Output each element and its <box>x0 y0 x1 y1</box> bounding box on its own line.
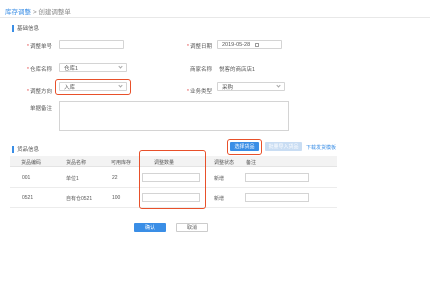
cell-goods-name: 单位1 <box>66 176 79 182</box>
chevron-down-icon <box>118 64 123 69</box>
adjust-date-picker[interactable]: 2019-05-28 <box>217 40 282 49</box>
required-mark: * <box>26 67 29 73</box>
section-bar <box>12 145 14 153</box>
warehouse-value: 仓库1 <box>64 65 79 72</box>
cell-available-stock: 22 <box>112 175 118 181</box>
adjust-no-label: *调整单号 <box>16 42 52 50</box>
chevron-down-icon <box>118 83 123 88</box>
basic-info-title-text: 基础信息 <box>17 26 40 32</box>
biz-type-value: 采购 <box>222 84 234 91</box>
header-note: 备注 <box>246 160 257 166</box>
cell-goods-name: 自有仓0521 <box>66 196 93 202</box>
cancel-button[interactable]: 取消 <box>176 223 208 232</box>
calendar-icon <box>255 42 260 47</box>
header-available-stock: 可用库存 <box>111 160 132 166</box>
header-adjust-status: 调整状态 <box>214 160 235 166</box>
batch-import-goods-button[interactable]: 批量导入货品 <box>265 142 302 151</box>
adjust-qty-highlight-box <box>139 150 206 209</box>
warehouse-label: *仓库名称 <box>16 65 52 73</box>
cell-adjust-status: 新增 <box>214 196 225 202</box>
header-divider <box>0 17 430 18</box>
adjust-date-value: 2019-05-28 <box>222 41 251 48</box>
cell-goods-code: 0521 <box>22 195 34 201</box>
merchant-value: 悦客的商店店1 <box>219 67 256 73</box>
goods-section-title: 货品信息 <box>12 145 39 153</box>
required-mark: * <box>26 44 29 50</box>
breadcrumb-current: 创建调整单 <box>38 9 71 16</box>
adjust-no-label-text: 调整单号 <box>29 44 52 50</box>
direction-label-text: 调整方向 <box>29 89 52 95</box>
cell-available-stock: 100 <box>112 195 121 201</box>
adjust-no-input[interactable] <box>59 40 124 49</box>
direction-label: *调整方向 <box>16 87 52 95</box>
warehouse-label-text: 仓库名称 <box>29 67 52 73</box>
breadcrumb-parent-link[interactable]: 库存调整 <box>5 9 31 16</box>
chevron-down-icon <box>276 83 281 88</box>
adjust-date-label-text: 调整日期 <box>189 44 212 50</box>
cell-adjust-status: 新增 <box>214 176 225 182</box>
cell-goods-code: 001 <box>22 175 31 181</box>
header-goods-name: 货品名称 <box>66 160 87 166</box>
adjust-date-label: *调整日期 <box>176 42 212 50</box>
section-bar <box>12 24 14 32</box>
breadcrumb: 库存调整 > 创建调整单 <box>5 6 71 16</box>
download-template-link[interactable]: 下载发货模板 <box>306 144 336 151</box>
header-goods-code: 货品编码 <box>21 160 42 166</box>
breadcrumb-separator: > <box>32 9 37 16</box>
biz-type-select[interactable]: 采购 <box>217 82 285 91</box>
required-mark: * <box>186 44 189 50</box>
note-input[interactable] <box>245 173 309 182</box>
required-mark: * <box>186 89 189 95</box>
required-mark: * <box>26 89 29 95</box>
biz-type-label-text: 业务类型 <box>189 89 212 95</box>
remark-textarea[interactable] <box>59 101 289 131</box>
biz-type-label: *业务类型 <box>176 87 212 95</box>
direction-value: 入库 <box>64 84 76 91</box>
select-goods-button[interactable]: 选择货品 <box>230 142 259 151</box>
merchant-label-text: 商家名称 <box>189 67 212 73</box>
goods-title-text: 货品信息 <box>17 147 40 153</box>
merchant-label: 商家名称 <box>176 65 212 73</box>
remark-label-text: 单据备注 <box>29 106 52 112</box>
warehouse-select[interactable]: 仓库1 <box>59 63 127 72</box>
confirm-button[interactable]: 确认 <box>134 223 166 232</box>
remark-label: 单据备注 <box>16 104 52 112</box>
basic-info-section-title: 基础信息 <box>12 24 39 32</box>
direction-select[interactable]: 入库 <box>59 82 127 91</box>
note-input[interactable] <box>245 193 309 202</box>
